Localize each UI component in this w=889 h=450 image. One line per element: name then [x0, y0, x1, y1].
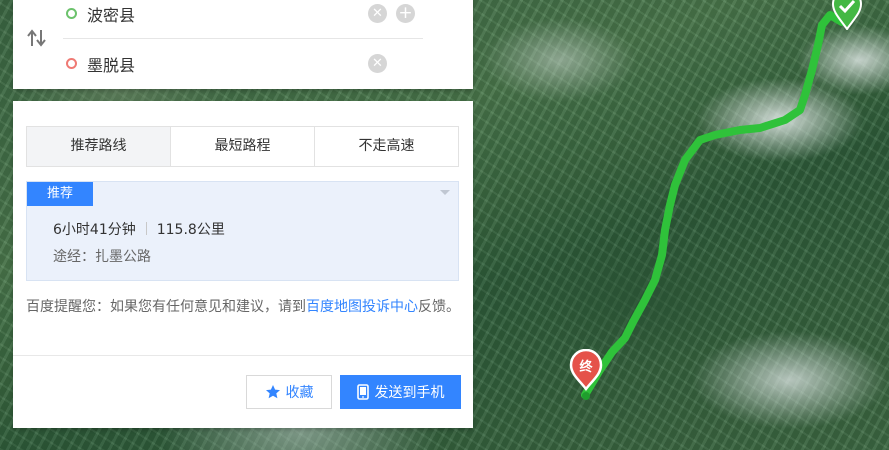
end-marker-label: 终	[579, 359, 593, 375]
start-point-input[interactable]	[87, 0, 347, 28]
end-point-row: ✕	[63, 44, 423, 82]
collapse-caret-icon[interactable]	[440, 190, 450, 195]
favorite-button[interactable]: 收藏	[246, 375, 332, 409]
phone-icon	[356, 384, 369, 400]
plan-duration: 6小时41分钟	[53, 222, 136, 238]
send-to-phone-button[interactable]: 发送到手机	[340, 375, 461, 409]
route-search-panel: ✕ + ✕	[13, 0, 473, 89]
end-point-input[interactable]	[87, 50, 347, 78]
notice-suffix: 反馈。	[418, 299, 460, 315]
route-plan-card[interactable]: 推荐 6小时41分钟 115.8公里 途经：扎墨公路	[26, 181, 459, 281]
tab-shortest[interactable]: 最短路程	[171, 127, 315, 166]
feedback-notice: 百度提醒您：如果您有任何意见和建议，请到百度地图投诉中心反馈。	[26, 295, 462, 319]
start-point-row: ✕ +	[63, 0, 423, 39]
notice-prefix: 百度提醒您：如果您有任何意见和建议，请到	[26, 299, 306, 315]
start-dot-icon	[66, 8, 77, 19]
route-result-panel: 推荐路线 最短路程 不走高速 推荐 6小时41分钟 115.8公里 途经：扎墨公路…	[13, 101, 473, 428]
swap-icon[interactable]	[26, 28, 48, 48]
complaint-center-link[interactable]: 百度地图投诉中心	[306, 299, 418, 315]
end-dot-icon	[66, 58, 77, 69]
add-waypoint-button[interactable]: +	[396, 4, 415, 23]
plan-via: 途经：扎墨公路	[53, 249, 151, 265]
send-to-phone-label: 发送到手机	[374, 385, 445, 401]
tab-recommended[interactable]: 推荐路线	[27, 127, 171, 166]
favorite-label: 收藏	[285, 385, 314, 401]
route-line[interactable]	[581, 11, 846, 399]
divider	[13, 355, 473, 356]
end-marker-icon[interactable]: 终	[568, 349, 604, 401]
start-marker-icon[interactable]	[829, 0, 865, 30]
plan-distance: 115.8公里	[156, 222, 225, 238]
star-icon	[265, 385, 280, 399]
tab-no-highway[interactable]: 不走高速	[315, 127, 458, 166]
recommended-badge: 推荐	[27, 182, 93, 206]
route-strategy-tabs: 推荐路线 最短路程 不走高速	[26, 126, 459, 167]
summary-divider	[145, 222, 147, 235]
clear-end-button[interactable]: ✕	[368, 54, 387, 73]
clear-start-button[interactable]: ✕	[368, 4, 387, 23]
plan-summary: 6小时41分钟 115.8公里	[53, 219, 225, 239]
